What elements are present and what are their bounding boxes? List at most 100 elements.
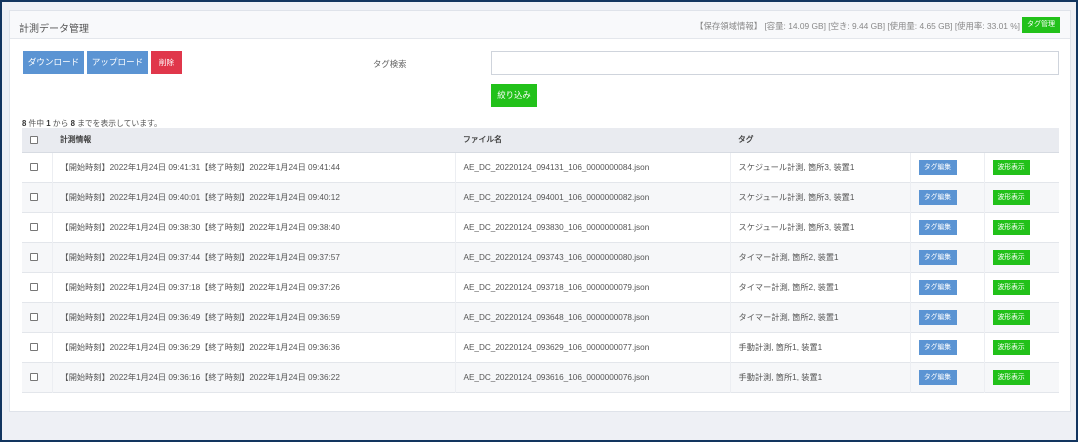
tag-edit-button[interactable]: タグ編集 bbox=[918, 339, 957, 355]
waveform-cell: 波形表示 bbox=[984, 182, 1059, 212]
table-body: 【開始時刻】2022年1月24日 09:41:31【終了時刻】2022年1月24… bbox=[22, 152, 1059, 392]
table-row: 【開始時刻】2022年1月24日 09:41:31【終了時刻】2022年1月24… bbox=[22, 152, 1059, 182]
file-name: AE_DC_20220124_093743_106_0000000080.jso… bbox=[455, 242, 731, 272]
column-header-edit bbox=[910, 128, 984, 153]
row-select-cell bbox=[22, 272, 53, 302]
page-title: 計測データ管理 bbox=[19, 24, 89, 35]
measurement-info: 【開始時刻】2022年1月24日 09:36:49【終了時刻】2022年1月24… bbox=[52, 302, 456, 332]
row-select-cell bbox=[22, 302, 53, 332]
row-select-cell bbox=[22, 182, 53, 212]
file-name: AE_DC_20220124_094131_106_0000000084.jso… bbox=[455, 152, 731, 182]
tag-manage-button[interactable]: タグ管理 bbox=[1022, 17, 1060, 33]
delete-button[interactable]: 削除 bbox=[151, 51, 182, 74]
column-header-filename: ファイル名 bbox=[455, 128, 730, 153]
file-name: AE_DC_20220124_093629_106_0000000077.jso… bbox=[455, 332, 731, 362]
table-header-row: 計測情報 ファイル名 タグ bbox=[22, 128, 1059, 153]
tag-edit-button[interactable]: タグ編集 bbox=[918, 279, 957, 295]
row-checkbox[interactable] bbox=[30, 223, 38, 232]
waveform-button[interactable]: 波形表示 bbox=[992, 249, 1030, 265]
measurement-table: 計測情報 ファイル名 タグ 【開始時刻】2022年1月24日 09:41:31【… bbox=[22, 128, 1059, 393]
row-select-cell bbox=[22, 332, 53, 362]
measurement-info: 【開始時刻】2022年1月24日 09:37:18【終了時刻】2022年1月24… bbox=[52, 272, 456, 302]
waveform-cell: 波形表示 bbox=[984, 272, 1059, 302]
waveform-button[interactable]: 波形表示 bbox=[992, 369, 1030, 385]
tag-edit-button[interactable]: タグ編集 bbox=[918, 219, 957, 235]
tag-edit-button[interactable]: タグ編集 bbox=[918, 369, 957, 385]
tag-list: スケジュール計測, 箇所3, 装置1 bbox=[730, 212, 911, 242]
upload-button[interactable]: アップロード bbox=[87, 51, 148, 74]
waveform-button[interactable]: 波形表示 bbox=[992, 159, 1030, 175]
tag-edit-cell: タグ編集 bbox=[910, 182, 985, 212]
tag-edit-cell: タグ編集 bbox=[910, 212, 985, 242]
row-checkbox[interactable] bbox=[30, 373, 38, 382]
file-name: AE_DC_20220124_093830_106_0000000081.jso… bbox=[455, 212, 731, 242]
tag-search-input[interactable] bbox=[491, 51, 1059, 75]
file-name: AE_DC_20220124_093718_106_0000000079.jso… bbox=[455, 272, 731, 302]
waveform-button[interactable]: 波形表示 bbox=[992, 309, 1030, 325]
select-all-checkbox[interactable] bbox=[30, 136, 38, 145]
tag-edit-button[interactable]: タグ編集 bbox=[918, 189, 957, 205]
measurement-info: 【開始時刻】2022年1月24日 09:36:16【終了時刻】2022年1月24… bbox=[52, 362, 456, 392]
row-checkbox[interactable] bbox=[30, 343, 38, 352]
tag-list: 手動計測, 箇所1, 装置1 bbox=[730, 332, 911, 362]
measurement-info: 【開始時刻】2022年1月24日 09:40:01【終了時刻】2022年1月24… bbox=[52, 182, 456, 212]
table-row: 【開始時刻】2022年1月24日 09:37:18【終了時刻】2022年1月24… bbox=[22, 272, 1059, 302]
row-select-cell bbox=[22, 212, 53, 242]
waveform-button[interactable]: 波形表示 bbox=[992, 189, 1030, 205]
tag-list: タイマー計測, 箇所2, 装置1 bbox=[730, 302, 911, 332]
filter-button[interactable]: 絞り込み bbox=[491, 84, 537, 107]
tag-list: タイマー計測, 箇所2, 装置1 bbox=[730, 272, 911, 302]
measurement-info: 【開始時刻】2022年1月24日 09:38:30【終了時刻】2022年1月24… bbox=[52, 212, 456, 242]
column-header-wave bbox=[984, 128, 1059, 153]
header-select-all bbox=[22, 128, 52, 153]
app-frame: 計測データ管理 【保存領域情報】 [容量: 14.09 GB] [空き: 9.4… bbox=[2, 2, 1076, 440]
tag-list: スケジュール計測, 箇所3, 装置1 bbox=[730, 152, 911, 182]
tag-list: 手動計測, 箇所1, 装置1 bbox=[730, 362, 911, 392]
measurement-info: 【開始時刻】2022年1月24日 09:41:31【終了時刻】2022年1月24… bbox=[52, 152, 456, 182]
waveform-button[interactable]: 波形表示 bbox=[992, 339, 1030, 355]
waveform-cell: 波形表示 bbox=[984, 362, 1059, 392]
column-header-tag: タグ bbox=[730, 128, 910, 153]
table-row: 【開始時刻】2022年1月24日 09:40:01【終了時刻】2022年1月24… bbox=[22, 182, 1059, 212]
table-row: 【開始時刻】2022年1月24日 09:37:44【終了時刻】2022年1月24… bbox=[22, 242, 1059, 272]
row-checkbox[interactable] bbox=[30, 193, 38, 202]
measurement-info: 【開始時刻】2022年1月24日 09:36:29【終了時刻】2022年1月24… bbox=[52, 332, 456, 362]
file-name: AE_DC_20220124_094001_106_0000000082.jso… bbox=[455, 182, 731, 212]
row-checkbox[interactable] bbox=[30, 163, 38, 172]
tag-edit-button[interactable]: タグ編集 bbox=[918, 249, 957, 265]
row-select-cell bbox=[22, 152, 53, 182]
tag-list: スケジュール計測, 箇所3, 装置1 bbox=[730, 182, 911, 212]
waveform-button[interactable]: 波形表示 bbox=[992, 279, 1030, 295]
file-name: AE_DC_20220124_093616_106_0000000076.jso… bbox=[455, 362, 731, 392]
waveform-cell: 波形表示 bbox=[984, 302, 1059, 332]
row-select-cell bbox=[22, 242, 53, 272]
download-button[interactable]: ダウンロード bbox=[23, 51, 84, 74]
row-checkbox[interactable] bbox=[30, 253, 38, 262]
tag-edit-cell: タグ編集 bbox=[910, 242, 985, 272]
row-checkbox[interactable] bbox=[30, 283, 38, 292]
table-row: 【開始時刻】2022年1月24日 09:38:30【終了時刻】2022年1月24… bbox=[22, 212, 1059, 242]
tag-search-label: タグ検索 bbox=[373, 59, 407, 69]
column-header-info: 計測情報 bbox=[52, 128, 455, 153]
measurement-info: 【開始時刻】2022年1月24日 09:37:44【終了時刻】2022年1月24… bbox=[52, 242, 456, 272]
table-row: 【開始時刻】2022年1月24日 09:36:49【終了時刻】2022年1月24… bbox=[22, 302, 1059, 332]
tag-edit-cell: タグ編集 bbox=[910, 302, 985, 332]
tag-edit-button[interactable]: タグ編集 bbox=[918, 159, 957, 175]
tag-list: タイマー計測, 箇所2, 装置1 bbox=[730, 242, 911, 272]
table-row: 【開始時刻】2022年1月24日 09:36:16【終了時刻】2022年1月24… bbox=[22, 362, 1059, 392]
waveform-cell: 波形表示 bbox=[984, 242, 1059, 272]
tag-edit-cell: タグ編集 bbox=[910, 272, 985, 302]
waveform-cell: 波形表示 bbox=[984, 332, 1059, 362]
storage-info: 【保存領域情報】 [容量: 14.09 GB] [空き: 9.44 GB] [使… bbox=[695, 21, 1020, 31]
waveform-button[interactable]: 波形表示 bbox=[992, 219, 1030, 235]
tag-edit-cell: タグ編集 bbox=[910, 362, 985, 392]
waveform-cell: 波形表示 bbox=[984, 152, 1059, 182]
table-row: 【開始時刻】2022年1月24日 09:36:29【終了時刻】2022年1月24… bbox=[22, 332, 1059, 362]
row-select-cell bbox=[22, 362, 53, 392]
waveform-cell: 波形表示 bbox=[984, 212, 1059, 242]
data-management-panel: 計測データ管理 【保存領域情報】 [容量: 14.09 GB] [空き: 9.4… bbox=[9, 10, 1071, 412]
file-name: AE_DC_20220124_093648_106_0000000078.jso… bbox=[455, 302, 731, 332]
row-checkbox[interactable] bbox=[30, 313, 38, 322]
tag-edit-cell: タグ編集 bbox=[910, 152, 985, 182]
tag-edit-button[interactable]: タグ編集 bbox=[918, 309, 957, 325]
